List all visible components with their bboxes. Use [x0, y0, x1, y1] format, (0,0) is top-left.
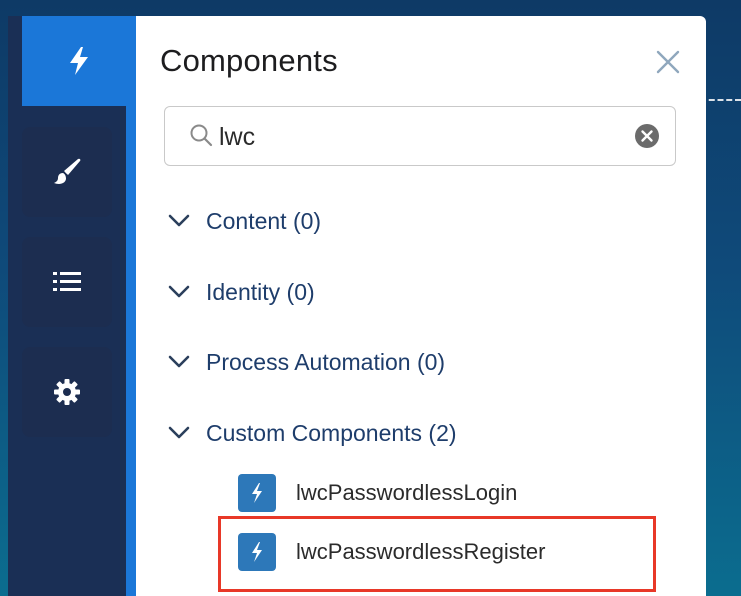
sidebar-item-navigation[interactable] [22, 237, 112, 327]
section-label: Content (0) [206, 207, 322, 234]
chevron-down-icon [166, 349, 192, 375]
component-item-lwc-passwordless-register[interactable]: lwcPasswordlessRegister [238, 532, 545, 572]
paintbrush-icon [52, 157, 82, 187]
search-icon [189, 123, 213, 152]
search-input[interactable] [217, 117, 621, 157]
section-label: Identity (0) [206, 278, 315, 305]
close-icon [656, 50, 680, 79]
lightning-bolt-icon [67, 46, 91, 76]
component-item-lwc-passwordless-login[interactable]: lwcPasswordlessLogin [238, 473, 517, 513]
section-process-automation[interactable]: Process Automation (0) [166, 345, 445, 379]
dashed-guide-line [700, 99, 741, 101]
components-panel: Components Content (0) [136, 16, 706, 596]
component-name: lwcPasswordlessLogin [296, 480, 518, 505]
sidebar-item-settings[interactable] [22, 347, 112, 437]
sidebar-item-components[interactable] [22, 16, 136, 106]
lightning-component-icon [238, 474, 276, 512]
sidebar-item-theme[interactable] [22, 127, 112, 217]
chevron-down-icon [166, 279, 192, 305]
section-label: Process Automation (0) [206, 348, 446, 375]
lightning-component-icon [238, 533, 276, 571]
panel-title: Components [160, 43, 338, 78]
list-icon [52, 269, 82, 295]
chevron-down-icon [166, 420, 192, 446]
section-custom-components[interactable]: Custom Components (2) [166, 416, 457, 450]
section-identity[interactable]: Identity (0) [166, 275, 315, 309]
clear-circle-icon[interactable] [635, 124, 659, 148]
section-label: Custom Components (2) [206, 419, 457, 446]
section-content[interactable]: Content (0) [166, 204, 321, 238]
component-name: lwcPasswordlessRegister [296, 539, 546, 564]
close-button[interactable] [653, 49, 683, 79]
chevron-down-icon [166, 208, 192, 234]
search-box [164, 106, 676, 166]
gear-icon [52, 377, 82, 407]
panel-accent-bar [126, 106, 136, 596]
